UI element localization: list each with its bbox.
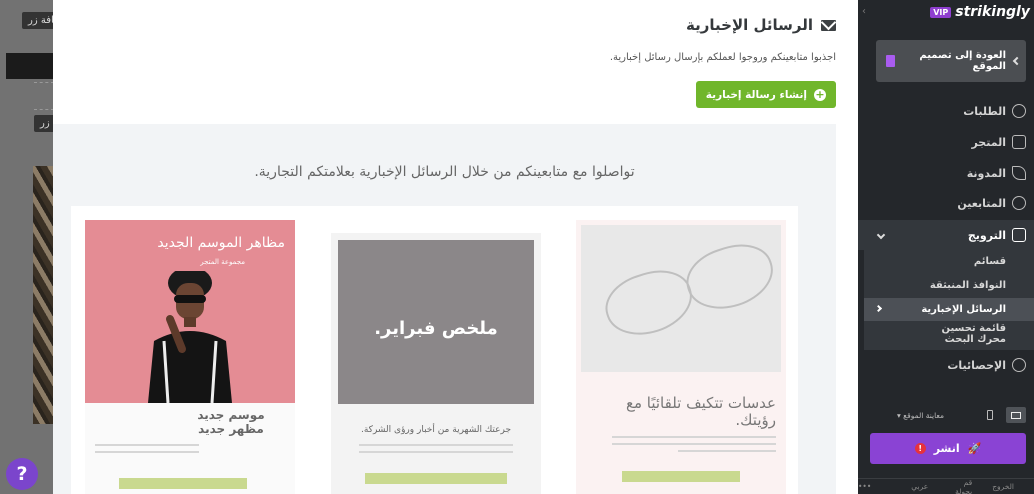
- templates-panel: تواصلوا مع متابعينكم من خلال الرسائل الإ…: [53, 124, 836, 494]
- modal-title: الرسائل الإخبارية: [686, 16, 836, 34]
- template-body-lines: [95, 444, 199, 458]
- submenu-item-coupons[interactable]: قسائم: [864, 256, 1034, 267]
- chevron-down-icon: [876, 230, 886, 240]
- backdrop-photo: [33, 166, 54, 424]
- sidebar-item-label: المتجر: [971, 135, 1006, 149]
- language-link[interactable]: عربي: [911, 482, 948, 491]
- chevron-right-icon: [874, 304, 883, 313]
- template-gallery: عدسات تتكيف تلقائيًا مع رؤيتك. ملخص فبرا…: [71, 206, 798, 494]
- phone-icon: [987, 410, 993, 420]
- sidebar-item-stats[interactable]: الإحصائيات: [858, 352, 1034, 378]
- megaphone-icon: [1012, 228, 1026, 242]
- template-body-lines: [359, 444, 513, 458]
- preview-site-link[interactable]: معاينة الموقع ▾: [897, 411, 944, 420]
- monthly-image-text: ملخص فبراير.: [374, 318, 498, 339]
- exit-link[interactable]: الخروج: [992, 482, 1034, 491]
- submenu-item-newsletters[interactable]: الرسائل الإخبارية: [864, 298, 1034, 321]
- modal-description: اجذبوا متابعينكم وروجوا لعملكم بإرسال رس…: [609, 52, 836, 63]
- sidebar-item-blog[interactable]: المدونة: [858, 160, 1034, 186]
- desktop-view-button[interactable]: [1006, 407, 1026, 423]
- glasses-image: [581, 225, 782, 372]
- fashion-image: مظاهر الموسم الجديد مجموعة المتجر: [85, 220, 295, 403]
- sidebar-item-label: الطلبات: [963, 104, 1006, 118]
- preview-label: معاينة الموقع: [903, 410, 944, 420]
- glasses-lens-right: [678, 234, 782, 320]
- more-menu[interactable]: •••: [858, 482, 911, 491]
- mobile-view-button[interactable]: [980, 407, 1000, 423]
- sidebar-footer: الخروج قم بجولة عربي •••: [858, 478, 1034, 494]
- template-title: موسم جديد مظهر جديد: [197, 408, 265, 436]
- template-body-lines: [612, 436, 776, 457]
- editor-sidebar: strikingly VIP › العودة إلى تصميم الموقع…: [858, 0, 1034, 494]
- rocket-icon: 🚀: [967, 442, 982, 455]
- panel-heading: تواصلوا مع متابعينكم من خلال الرسائل الإ…: [254, 164, 635, 180]
- submenu-item-seo[interactable]: قائمة تحسين محرك البحث: [914, 323, 1034, 345]
- template-cta: [622, 471, 740, 482]
- template-card-monthly[interactable]: ملخص فبراير. جرعتك الشهرية من أخبار ورؤى…: [331, 220, 541, 494]
- modal-title-text: الرسائل الإخبارية: [686, 16, 813, 34]
- monthly-image: ملخص فبراير.: [338, 240, 534, 404]
- backdrop-toolbar: [6, 53, 54, 79]
- tour-link[interactable]: قم بجولة: [948, 478, 992, 494]
- fashion-image-title: مظاهر الموسم الجديد: [157, 235, 285, 251]
- back-to-design-label: العودة إلى تصميم الموقع: [919, 50, 1006, 72]
- sidebar-item-store[interactable]: المتجر: [858, 129, 1034, 155]
- preview-row: معاينة الموقع ▾: [897, 407, 1026, 423]
- model-photo: [148, 271, 232, 403]
- template-title: جرعتك الشهرية من أخبار ورؤى الشركة.: [360, 425, 512, 435]
- submenu-item-popups[interactable]: النوافذ المنبثقة: [864, 280, 1034, 291]
- template-title: عدسات تتكيف تلقائيًا مع رؤيتك.: [625, 394, 776, 429]
- page-icon: [886, 55, 895, 67]
- brand: strikingly VIP: [930, 4, 1030, 20]
- publish-button[interactable]: 🚀 انشر !: [870, 433, 1026, 464]
- envelope-icon: [821, 19, 836, 31]
- sidebar-item-label: الإحصائيات: [947, 358, 1006, 372]
- publish-label: انشر: [933, 442, 960, 455]
- back-to-design-button[interactable]: العودة إلى تصميم الموقع: [876, 40, 1026, 82]
- chevron-left-icon: [1012, 56, 1022, 66]
- template-cta: [365, 473, 507, 484]
- pie-chart-icon: [1012, 358, 1026, 372]
- plus-circle-icon: +: [814, 87, 826, 101]
- pen-icon: [1012, 166, 1026, 180]
- store-icon: [1012, 135, 1026, 149]
- backdrop-dashed-box: [34, 82, 54, 110]
- sidebar-item-promotion[interactable]: الترويج: [858, 220, 1034, 250]
- sidebar-item-label: المتابعين: [957, 196, 1006, 210]
- fashion-image-subtitle: مجموعة المتجر: [200, 258, 245, 266]
- sidebar-item-followers[interactable]: المتابعين: [858, 190, 1034, 216]
- create-newsletter-button[interactable]: + إنشاء رسالة إخبارية: [695, 81, 836, 108]
- template-cta: [119, 478, 247, 489]
- template-card-fashion[interactable]: مظاهر الموسم الجديد مجموعة المتجر موسم ج…: [85, 220, 295, 494]
- dollar-icon: [1012, 104, 1026, 118]
- submenu-item-label: الرسائل الإخبارية: [921, 304, 1006, 315]
- create-newsletter-label: إنشاء رسالة إخبارية: [705, 88, 807, 101]
- sidebar-item-label: الترويج: [967, 228, 1006, 242]
- newsletter-modal: الرسائل الإخبارية اجذبوا متابعينكم وروجو…: [53, 0, 858, 494]
- vip-badge: VIP: [930, 6, 952, 18]
- collapse-sidebar-icon[interactable]: ›: [862, 6, 866, 17]
- glasses-lens-left: [597, 260, 701, 346]
- users-icon: [1012, 196, 1026, 210]
- brand-name: strikingly: [955, 4, 1030, 20]
- sidebar-item-orders[interactable]: الطلبات: [858, 98, 1034, 124]
- template-header-strip: [331, 220, 541, 233]
- sidebar-item-label: المدونة: [966, 166, 1006, 180]
- help-button[interactable]: ?: [6, 458, 38, 490]
- monitor-icon: [1011, 411, 1021, 419]
- warning-icon: !: [914, 443, 926, 454]
- template-card-glasses[interactable]: عدسات تتكيف تلقائيًا مع رؤيتك.: [576, 220, 786, 494]
